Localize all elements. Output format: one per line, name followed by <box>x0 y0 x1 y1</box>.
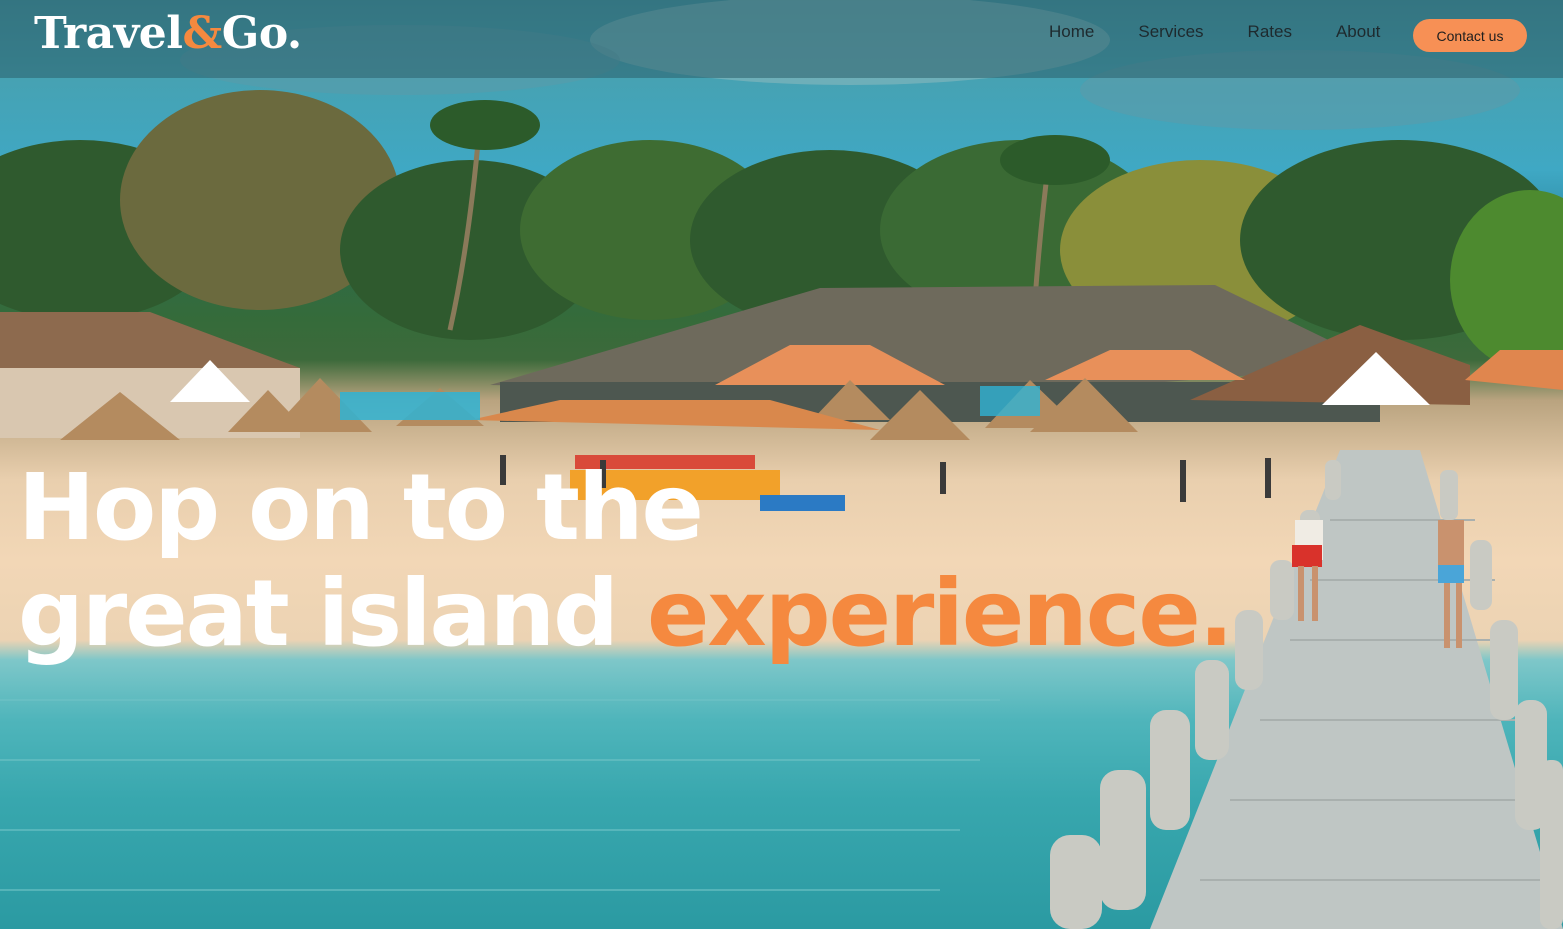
top-navbar: Travel&Go. Home Services Rates About Con… <box>0 0 1563 78</box>
nav-link-home[interactable]: Home <box>1049 22 1094 42</box>
main-nav: Home Services Rates About <box>1049 22 1424 42</box>
headline-line-2-plain: great island <box>18 560 619 667</box>
nav-link-rates[interactable]: Rates <box>1248 22 1292 42</box>
logo-text-travel: Travel <box>34 8 183 59</box>
logo-ampersand: & <box>182 8 223 59</box>
contact-us-button[interactable]: Contact us <box>1413 19 1527 52</box>
logo-text-go: Go. <box>221 8 302 59</box>
brand-logo[interactable]: Travel&Go. <box>34 8 302 59</box>
hero-headline: Hop on to the great island experience. <box>18 454 1234 667</box>
nav-link-about[interactable]: About <box>1336 22 1380 42</box>
nav-link-services[interactable]: Services <box>1138 22 1203 42</box>
headline-line-1: Hop on to the <box>18 454 704 561</box>
headline-line-2-accent: experience. <box>647 560 1234 667</box>
